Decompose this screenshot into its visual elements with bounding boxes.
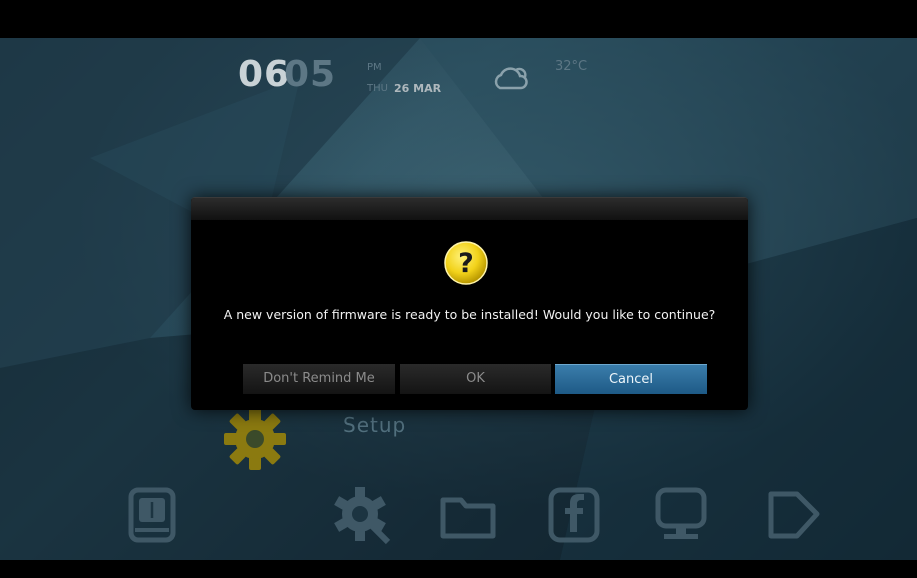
tag-icon[interactable] xyxy=(763,484,825,546)
dialog-message: A new version of firmware is ready to be… xyxy=(223,307,716,322)
dialog-title-bar xyxy=(191,198,748,220)
usb-drive-icon[interactable] xyxy=(121,484,183,546)
computer-icon[interactable] xyxy=(650,484,712,546)
clock-hour: 06 xyxy=(238,54,291,95)
folder-icon[interactable] xyxy=(437,484,499,546)
facebook-icon[interactable] xyxy=(543,484,605,546)
day-of-week: THU xyxy=(367,83,388,94)
cloud-sun-icon xyxy=(494,67,528,90)
setup-label[interactable]: Setup xyxy=(343,413,406,437)
dont-remind-button[interactable]: Don't Remind Me xyxy=(243,364,395,394)
svg-text:?: ? xyxy=(458,248,474,279)
clock-minute: 05 xyxy=(284,54,337,95)
ampm-indicator: PM xyxy=(367,62,382,73)
ok-button[interactable]: OK xyxy=(400,364,551,394)
settings-gear-icon[interactable] xyxy=(330,484,392,546)
temperature: 32°C xyxy=(555,59,588,74)
firmware-update-dialog: ? A new version of firmware is ready to … xyxy=(191,197,748,410)
gear-icon[interactable] xyxy=(222,406,288,472)
question-icon: ? xyxy=(444,241,488,285)
cancel-button[interactable]: Cancel xyxy=(555,364,707,394)
date: 26 MAR xyxy=(394,82,442,95)
